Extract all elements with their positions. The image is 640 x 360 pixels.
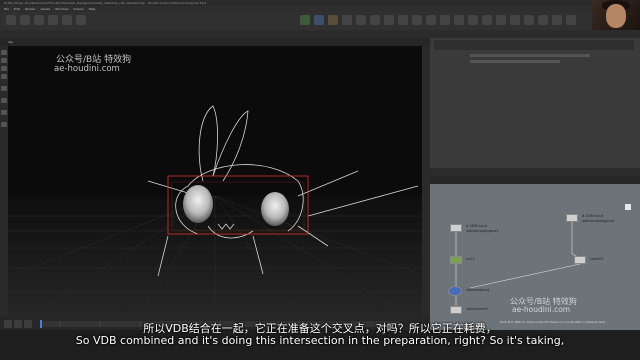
vdb-blob-right	[261, 192, 289, 226]
shelf-tool-icon[interactable]	[342, 15, 352, 25]
rotate-tool-icon[interactable]	[1, 66, 7, 71]
view-tool-icon[interactable]	[1, 98, 7, 103]
shelf-tool-icon[interactable]	[300, 15, 310, 25]
shelf-tool-icon[interactable]	[328, 15, 338, 25]
scale-tool-icon[interactable]	[1, 74, 7, 79]
menu-help[interactable]: Help	[89, 7, 96, 11]
shelf-tool-icon[interactable]	[426, 15, 436, 25]
shelf-tool-icon[interactable]	[566, 15, 576, 25]
shelf-tool-icon[interactable]	[34, 15, 44, 25]
subtitle-english: So VDB combined and it's doing this inte…	[75, 334, 565, 347]
menu-render[interactable]: Render	[25, 7, 36, 11]
node-a-vdb-input-label: A VDB input	[466, 224, 488, 228]
shelf-tool-icon[interactable]	[440, 15, 450, 25]
viewport-scene	[8, 105, 422, 316]
node-b-vdb-input[interactable]	[566, 214, 578, 222]
node-switch5[interactable]	[574, 256, 586, 264]
vdb-blob-left	[183, 185, 213, 223]
node-a-vdb-input[interactable]	[450, 224, 462, 232]
viewport-path[interactable]: obj	[8, 40, 13, 44]
menu-edit[interactable]: Edit	[14, 7, 20, 11]
shelf-tool-icon[interactable]	[384, 15, 394, 25]
shelf-tool-icon[interactable]	[76, 15, 86, 25]
shelf-tool-icon[interactable]	[524, 15, 534, 25]
presenter-face	[606, 4, 626, 28]
brush-tool-icon[interactable]	[1, 122, 7, 127]
network-editor[interactable]: A VDB input vdbfrompolygons1 B VDB input…	[430, 184, 640, 330]
shelf-tool-icon[interactable]	[510, 15, 520, 25]
shelf-tool-icon[interactable]	[370, 15, 380, 25]
parameter-row[interactable]	[470, 54, 590, 57]
menu-file[interactable]: File	[4, 7, 9, 11]
node-vdbcombine1[interactable]	[448, 286, 462, 296]
shelf-tool-icon[interactable]	[20, 15, 30, 25]
node-switch5-label: switch5	[590, 257, 604, 261]
webcam-overlay	[592, 0, 640, 30]
shelf-tool-icon[interactable]	[356, 15, 366, 25]
shelf-tool-icon[interactable]	[412, 15, 422, 25]
shelf-tool-icon[interactable]	[62, 15, 72, 25]
scene-viewport[interactable]: 公众号/B站 特效狗 ae-houdini.com	[8, 46, 422, 316]
shelf-tool-icon[interactable]	[314, 15, 324, 25]
menu-solaris[interactable]: Solaris	[74, 7, 84, 11]
network-watermark-line2: ae-houdini.com	[512, 305, 571, 314]
shelf-tool-icon[interactable]	[538, 15, 548, 25]
node-a-vdb-input-sublabel: vdbfrompolygons1	[466, 229, 499, 233]
network-tab-bar[interactable]	[430, 168, 640, 176]
shelf-toolbar	[0, 12, 640, 31]
shelf-tool-icon[interactable]	[398, 15, 408, 25]
shelf-tool-icon[interactable]	[552, 15, 562, 25]
parameter-header	[434, 40, 634, 50]
shelf-tool-icon[interactable]	[496, 15, 506, 25]
viewport-watermark-line2: ae-houdini.com	[54, 64, 120, 74]
node-b-vdb-input-label: B VDB input	[582, 214, 604, 218]
menu-assets[interactable]: Assets	[40, 7, 50, 11]
network-path-bar[interactable]	[430, 176, 640, 184]
shelf-tool-icon[interactable]	[468, 15, 478, 25]
viewport-left-toolbar	[0, 46, 8, 316]
viewport-path-bar: obj	[0, 38, 430, 46]
parameter-panel	[430, 38, 640, 168]
node-vdbcombine1-label: vdbcombine1	[466, 288, 490, 292]
move-tool-icon[interactable]	[1, 58, 7, 63]
viewport-right-toolbar	[422, 46, 430, 316]
parameter-tab-bar[interactable]	[430, 30, 640, 38]
shelf-tool-icon[interactable]	[48, 15, 58, 25]
node-null1[interactable]	[450, 256, 462, 264]
select-tool-icon[interactable]	[1, 50, 7, 55]
handle-tool-icon[interactable]	[1, 86, 7, 91]
shelf-tool-icon[interactable]	[454, 15, 464, 25]
menu-windows[interactable]: Windows	[55, 7, 68, 11]
parameter-row[interactable]	[470, 60, 560, 63]
node-b-vdb-input-sublabel: vdbfrompolygons2	[582, 219, 615, 223]
shelf-tool-icon[interactable]	[482, 15, 492, 25]
node-vdbconvert1-label: vdbconvert1	[466, 307, 489, 311]
node-null1-label: null1	[466, 257, 475, 261]
snap-tool-icon[interactable]	[1, 110, 7, 115]
scene-view-tab-bar[interactable]	[0, 30, 430, 38]
shelf-tool-icon[interactable]	[6, 15, 16, 25]
node-vdbconvert1[interactable]	[450, 306, 462, 314]
